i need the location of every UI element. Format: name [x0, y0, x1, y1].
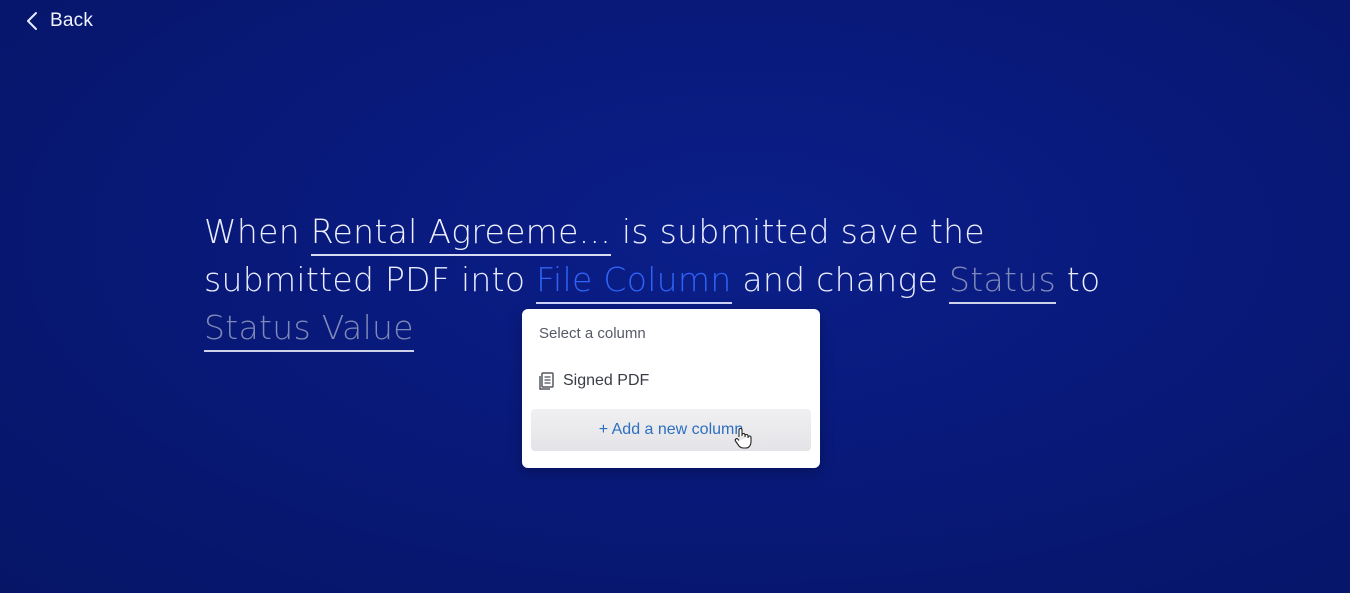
sentence-text: is submitted save the [611, 212, 985, 251]
dropdown-item-signed-pdf[interactable]: Signed PDF [531, 361, 811, 401]
add-new-column-label: + Add a new column [598, 421, 744, 438]
dropdown-header: Select a column [539, 325, 646, 342]
file-column-field[interactable]: File Column [536, 260, 732, 304]
form-selector-field[interactable]: Rental Agreeme... [310, 212, 612, 256]
back-button[interactable]: Back [26, 10, 93, 32]
dropdown-item-label: Signed PDF [563, 372, 650, 389]
status-column-field[interactable]: Status [949, 260, 1056, 304]
sentence-line-1: When Rental Agreeme... is submitted save… [204, 208, 1164, 256]
sentence-line-2: submitted PDF into File Column and chang… [204, 256, 1164, 304]
chevron-left-icon [27, 12, 37, 30]
sentence-text: to [1056, 260, 1101, 299]
hand-pointer-cursor-icon [734, 428, 752, 449]
sentence-text: and change [731, 260, 950, 299]
sentence-text: submitted PDF into [204, 260, 537, 299]
document-icon [539, 372, 554, 390]
column-select-dropdown: Select a column Signed PDF + Add a new c… [522, 309, 820, 468]
status-value-field[interactable]: Status Value [204, 308, 414, 352]
back-label: Back [50, 10, 94, 31]
sentence-text: When [204, 212, 311, 251]
add-new-column-button[interactable]: + Add a new column [531, 409, 811, 451]
